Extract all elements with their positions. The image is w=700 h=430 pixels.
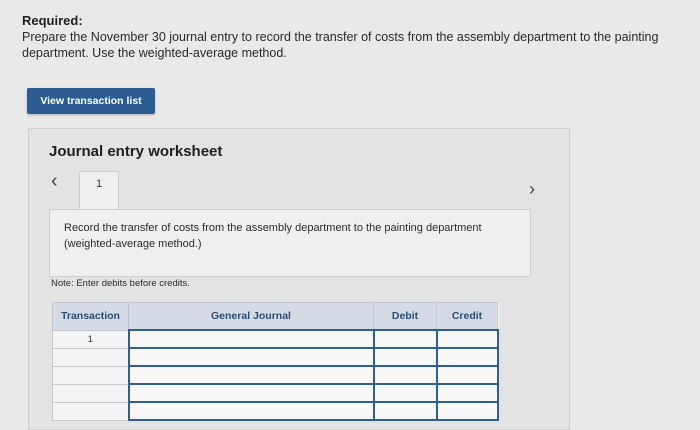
transaction-cell	[52, 347, 129, 367]
general-journal-input[interactable]	[127, 329, 375, 349]
general-journal-input[interactable]	[127, 383, 375, 403]
credit-input[interactable]	[435, 401, 499, 421]
debit-input[interactable]	[372, 401, 438, 421]
table-row	[52, 383, 499, 403]
header-debit: Debit	[373, 302, 437, 331]
debit-input[interactable]	[372, 347, 438, 367]
credit-input[interactable]	[435, 383, 499, 403]
general-journal-input[interactable]	[127, 365, 375, 385]
table-row: 1	[52, 329, 499, 349]
required-heading: Required:	[22, 13, 83, 28]
debit-input[interactable]	[372, 329, 438, 349]
debit-input[interactable]	[372, 383, 438, 403]
chevron-right-icon[interactable]: ›	[529, 179, 549, 199]
chevron-left-icon[interactable]: ‹	[51, 171, 71, 191]
tab-1[interactable]: 1	[79, 171, 119, 209]
instruction-box: Record the transfer of costs from the as…	[49, 209, 531, 277]
general-journal-input[interactable]	[127, 347, 375, 367]
credit-input[interactable]	[435, 329, 499, 349]
debit-input[interactable]	[372, 365, 438, 385]
journal-table: Transaction General Journal Debit Credit…	[52, 302, 499, 421]
table-row	[52, 365, 499, 385]
instruction-text: Record the transfer of costs from the as…	[64, 222, 482, 250]
transaction-cell	[52, 365, 129, 385]
general-journal-input[interactable]	[127, 401, 375, 421]
required-text: Prepare the November 30 journal entry to…	[22, 30, 659, 60]
credit-input[interactable]	[435, 365, 499, 385]
credit-input[interactable]	[435, 347, 499, 367]
transaction-cell	[52, 401, 129, 421]
header-general-journal: General Journal	[128, 302, 374, 331]
view-transaction-list-button[interactable]: View transaction list	[27, 88, 155, 114]
header-credit: Credit	[436, 302, 498, 331]
worksheet-title: Journal entry worksheet	[49, 143, 223, 160]
transaction-cell: 1	[52, 329, 129, 349]
transaction-cell	[52, 383, 129, 403]
journal-entry-worksheet: Journal entry worksheet ‹ 1 › Record the…	[28, 128, 570, 430]
note-text: Note: Enter debits before credits.	[51, 278, 190, 289]
header-transaction: Transaction	[52, 302, 129, 331]
table-row	[52, 401, 499, 421]
table-row	[52, 347, 499, 367]
